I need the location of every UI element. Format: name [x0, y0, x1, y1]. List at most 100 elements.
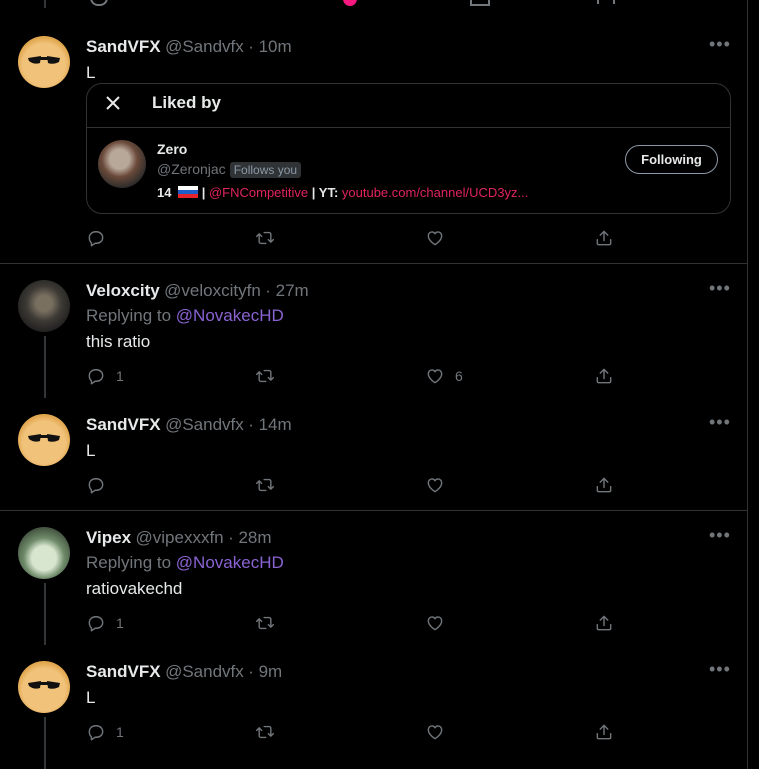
author-handle[interactable]: @veloxcityfn — [164, 281, 261, 300]
share-button[interactable] — [594, 474, 614, 496]
retweet-button[interactable] — [255, 721, 275, 743]
tweet-header: Vipex @vipexxxfn · 28m — [86, 528, 272, 548]
tweet-time[interactable]: · 10m — [248, 37, 291, 56]
author-name[interactable]: SandVFX — [86, 37, 161, 56]
tweet-time[interactable]: · 14m — [248, 415, 291, 434]
retweet-icon — [255, 366, 275, 386]
tweet-time[interactable]: · 27m — [265, 281, 308, 300]
share-icon — [594, 228, 614, 248]
author-handle[interactable]: @Sandvfx — [165, 37, 244, 56]
divider — [0, 263, 748, 264]
more-icon[interactable]: ••• — [709, 412, 731, 433]
liked-user-bio: 14 | @FNCompetitive | YT: youtube.com/ch… — [157, 185, 528, 200]
share-button[interactable] — [594, 227, 614, 249]
divider — [0, 510, 748, 511]
reply-icon — [86, 366, 106, 386]
liked-by-header: Liked by — [87, 84, 730, 128]
avatar[interactable] — [18, 280, 70, 332]
tweet-header: Veloxcity @veloxcityfn · 27m — [86, 281, 309, 301]
thread-line — [44, 0, 46, 8]
heart-icon[interactable] — [343, 0, 357, 6]
thread-line — [44, 336, 46, 398]
like-count: 6 — [455, 368, 463, 384]
share-icon — [594, 475, 614, 495]
like-button[interactable] — [425, 721, 445, 743]
reply-button[interactable] — [86, 227, 106, 249]
heart-icon — [425, 722, 445, 742]
tweet-header: SandVFX @Sandvfx · 9m — [86, 662, 282, 682]
retweet-button[interactable] — [255, 474, 275, 496]
author-handle[interactable]: @Sandvfx — [165, 662, 244, 681]
more-icon[interactable]: ••• — [709, 659, 731, 680]
close-icon[interactable] — [104, 94, 122, 112]
retweet-button[interactable] — [255, 612, 275, 634]
tweet-header: SandVFX @Sandvfx · 10m — [86, 37, 292, 57]
following-button[interactable]: Following — [625, 145, 718, 174]
bio-mention[interactable]: @FNCompetitive — [209, 185, 308, 200]
replying-prefix: Replying to — [86, 553, 172, 572]
reply-count: 1 — [116, 724, 124, 740]
more-icon[interactable]: ••• — [709, 34, 731, 55]
liked-by-card: Liked by Zero @Zeronjac Follows you 14 | … — [86, 83, 731, 214]
retweet-icon — [255, 228, 275, 248]
like-button[interactable] — [425, 474, 445, 496]
more-icon[interactable] — [597, 0, 615, 4]
bio-separator: | — [198, 185, 209, 200]
reply-count: 1 — [116, 368, 124, 384]
retweet-icon — [255, 613, 275, 633]
author-name[interactable]: Vipex — [86, 528, 131, 547]
share-icon[interactable] — [470, 0, 490, 6]
share-button[interactable] — [594, 365, 614, 387]
tweet-text: ratiovakechd — [86, 579, 183, 598]
follows-you-badge: Follows you — [229, 162, 302, 178]
author-name[interactable]: Veloxcity — [86, 281, 160, 300]
share-button[interactable] — [594, 612, 614, 634]
author-handle[interactable]: @Sandvfx — [165, 415, 244, 434]
bio-link[interactable]: youtube.com/channel/UCD3yz... — [342, 185, 528, 200]
avatar[interactable] — [18, 414, 70, 466]
reply-icon[interactable] — [90, 0, 108, 6]
tweet-time[interactable]: · 28m — [228, 528, 271, 547]
retweet-button[interactable] — [255, 227, 275, 249]
tweet-text: this ratio — [86, 332, 151, 351]
reply-icon — [86, 613, 106, 633]
like-button[interactable]: 6 — [425, 365, 463, 387]
liked-user-name[interactable]: Zero — [157, 141, 187, 157]
reply-button[interactable]: 1 — [86, 365, 124, 387]
reply-icon — [86, 722, 106, 742]
like-button[interactable] — [425, 227, 445, 249]
reply-button[interactable] — [86, 474, 106, 496]
avatar[interactable] — [98, 140, 146, 188]
more-icon[interactable]: ••• — [709, 278, 731, 299]
tweet-time[interactable]: · 9m — [248, 662, 282, 681]
flag-icon — [178, 186, 199, 198]
bio-separator: | YT: — [308, 185, 342, 200]
heart-icon — [425, 366, 445, 386]
reply-icon — [86, 228, 106, 248]
share-button[interactable] — [594, 721, 614, 743]
bio-number: 14 — [157, 185, 172, 200]
tweet-text: L — [86, 63, 96, 82]
liked-user-handle[interactable]: @Zeronjac — [157, 161, 226, 177]
author-name[interactable]: SandVFX — [86, 662, 161, 681]
tweet-text: L — [86, 441, 96, 460]
retweet-button[interactable] — [255, 365, 275, 387]
reply-button[interactable]: 1 — [86, 721, 124, 743]
liked-by-title: Liked by — [152, 93, 221, 112]
retweet-icon — [255, 475, 275, 495]
author-handle[interactable]: @vipexxxfn — [136, 528, 224, 547]
avatar[interactable] — [18, 661, 70, 713]
replying-to-link[interactable]: @NovakecHD — [176, 306, 284, 325]
replying-to: Replying to @NovakecHD — [86, 553, 284, 573]
share-icon — [594, 613, 614, 633]
avatar[interactable] — [18, 527, 70, 579]
like-button[interactable] — [425, 612, 445, 634]
more-icon[interactable]: ••• — [709, 525, 731, 546]
share-icon — [594, 366, 614, 386]
retweet-icon — [255, 722, 275, 742]
reply-button[interactable]: 1 — [86, 612, 124, 634]
replying-to-link[interactable]: @NovakecHD — [176, 553, 284, 572]
author-name[interactable]: SandVFX — [86, 415, 161, 434]
replying-prefix: Replying to — [86, 306, 172, 325]
avatar[interactable] — [18, 36, 70, 88]
